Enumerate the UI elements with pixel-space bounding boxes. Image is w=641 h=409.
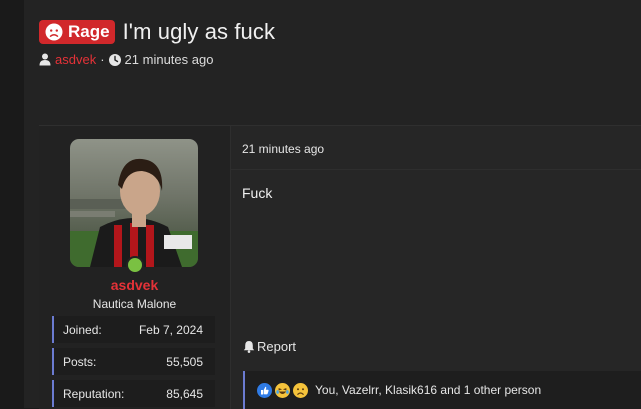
thread-header: Rage I'm ugly as fuck asdvek · 21 minute… xyxy=(39,17,641,67)
rage-prefix-badge[interactable]: Rage xyxy=(39,20,115,44)
post-user-cell: asdvek Nautica Malone Joined: Feb 7, 202… xyxy=(39,126,231,409)
meta-separator: · xyxy=(100,52,105,67)
post-username[interactable]: asdvek xyxy=(39,277,230,293)
stat-value: 55,505 xyxy=(166,354,203,369)
page: Rage I'm ugly as fuck asdvek · 21 minute… xyxy=(24,0,641,409)
reactions-summary[interactable]: You, Vazelrr, Klasik616 and 1 other pers… xyxy=(315,383,541,397)
user-stat-reputation: Reputation: 85,645 xyxy=(52,380,215,407)
laugh-icon xyxy=(275,382,290,398)
user-icon xyxy=(39,53,51,66)
stat-value: 85,645 xyxy=(166,386,203,401)
user-stat-joined: Joined: Feb 7, 2024 xyxy=(52,316,215,343)
user-title: Nautica Malone xyxy=(92,297,177,311)
clock-icon xyxy=(108,53,121,66)
like-icon xyxy=(257,382,272,398)
thread-author-link[interactable]: asdvek xyxy=(55,52,96,67)
avatar[interactable] xyxy=(70,139,198,267)
thread-meta: asdvek · 21 minutes ago xyxy=(39,52,641,67)
user-stat-posts: Posts: 55,505 xyxy=(52,348,215,375)
stat-label: Joined: xyxy=(63,322,102,337)
post-content-cell: 21 minutes ago Fuck Report You, Vazelrr,… xyxy=(231,126,641,409)
post-header-divider xyxy=(231,169,641,170)
prefix-label: Rage xyxy=(68,22,110,41)
angry-face-icon xyxy=(45,23,63,41)
stat-value: Feb 7, 2024 xyxy=(138,322,203,337)
post-time[interactable]: 21 minutes ago xyxy=(242,142,324,156)
bell-icon xyxy=(243,341,255,353)
title-row: Rage I'm ugly as fuck xyxy=(39,17,641,47)
thread-time[interactable]: 21 minutes ago xyxy=(125,52,214,67)
online-status-indicator xyxy=(126,256,144,274)
avatar-container xyxy=(70,139,198,274)
thread-title: I'm ugly as fuck xyxy=(122,19,276,44)
report-label: Report xyxy=(257,339,297,354)
report-button[interactable]: Report xyxy=(243,339,296,354)
post-message: asdvek Nautica Malone Joined: Feb 7, 202… xyxy=(39,125,641,409)
post-body: Fuck xyxy=(242,185,273,201)
sad-icon xyxy=(293,382,308,398)
stat-label: Posts: xyxy=(63,354,97,369)
stat-label: Reputation: xyxy=(63,386,125,401)
reactions-bar[interactable]: You, Vazelrr, Klasik616 and 1 other pers… xyxy=(243,371,641,409)
